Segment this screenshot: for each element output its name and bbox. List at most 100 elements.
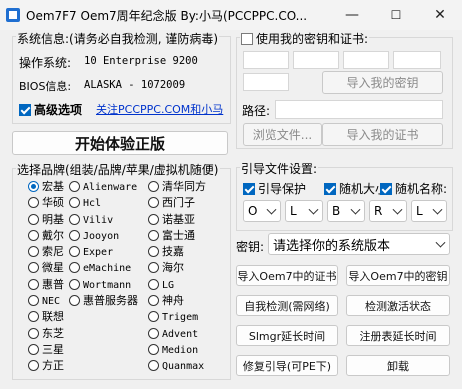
pccppc-link[interactable]: 关注PCCPPC.COM和小马: [96, 101, 223, 117]
start-button[interactable]: 开始体验正版: [12, 131, 228, 155]
repair-boot-button[interactable]: 修复引导(可PE下): [236, 355, 338, 376]
uninstall-button[interactable]: 卸载: [346, 355, 450, 376]
advanced-options-checkbox[interactable]: 高级选项: [19, 101, 82, 118]
close-button[interactable]: ✕: [418, 0, 462, 30]
brand-label: 宏基: [42, 180, 64, 193]
advanced-options-label: 高级选项: [34, 103, 83, 117]
brand-radio-item[interactable]: 技嘉: [148, 243, 206, 259]
chevron-down-icon: [432, 204, 443, 215]
brand-radio-item[interactable]: 明基: [28, 211, 64, 227]
maximize-button[interactable]: ☐: [374, 0, 418, 30]
brand-radio-item[interactable]: 惠普: [28, 276, 64, 292]
brand-radio-item[interactable]: 方正: [28, 357, 64, 373]
random-name-checkbox[interactable]: 随机名称:: [380, 180, 447, 197]
brand-radio-item[interactable]: 微星: [28, 259, 64, 275]
radio-icon: [69, 181, 80, 192]
boot-protect-checkbox[interactable]: 引导保护: [243, 180, 306, 197]
boot-drop-2[interactable]: L: [285, 200, 323, 222]
brand-radio-item[interactable]: 三星: [28, 341, 64, 357]
brand-radio-item[interactable]: eMachine: [69, 259, 138, 275]
import-oem7-cert-button[interactable]: 导入Oem7中的证书: [236, 265, 338, 286]
key-segment-2[interactable]: [293, 51, 339, 69]
self-check-button[interactable]: 自我检测(需网络): [236, 295, 338, 316]
brand-radio-item[interactable]: 华硕: [28, 194, 64, 210]
radio-icon: [28, 360, 39, 372]
radio-icon: [148, 213, 159, 225]
check-activation-button[interactable]: 检测激活状态: [346, 295, 450, 316]
brand-label: LG: [162, 279, 175, 291]
brand-radio-item[interactable]: Quanmax: [148, 357, 206, 373]
brand-radio-item[interactable]: 索尼: [28, 243, 64, 259]
brand-radio-item[interactable]: 宏基: [28, 178, 64, 194]
chevron-down-icon: [392, 204, 403, 215]
brand-radio-item[interactable]: Exper: [69, 243, 138, 259]
brand-label: 海尔: [162, 261, 184, 275]
chevron-down-icon: [435, 237, 446, 248]
boot-drop-4[interactable]: R: [369, 200, 407, 222]
boot-drop-5-value: L: [416, 204, 423, 218]
boot-drop-1[interactable]: O: [243, 200, 281, 222]
app-icon: [6, 8, 20, 22]
brand-radio-item[interactable]: LG: [148, 276, 206, 292]
radio-icon: [148, 197, 159, 209]
radio-icon: [28, 229, 39, 241]
brand-radio-item[interactable]: 联想: [28, 308, 64, 324]
brand-radio-item[interactable]: 神舟: [148, 292, 206, 308]
brand-radio-item[interactable]: Trigem: [148, 308, 206, 324]
boot-drop-3[interactable]: B: [327, 200, 365, 222]
brand-radio-item[interactable]: 清华同方: [148, 178, 206, 194]
key-segment-4[interactable]: [393, 51, 441, 69]
brand-radio-item[interactable]: Hcl: [69, 194, 138, 210]
import-my-key-button[interactable]: 导入我的密钥: [322, 71, 443, 94]
brand-label: 华硕: [42, 196, 64, 210]
brand-radio-item[interactable]: 惠普服务器: [69, 292, 138, 308]
system-info-header: 系统信息:(请务必自我检测, 谨防病毒): [16, 30, 220, 47]
key-segment-3[interactable]: [343, 51, 389, 69]
brand-radio-item[interactable]: 东芝: [28, 325, 64, 341]
chevron-down-icon: [350, 204, 361, 215]
boot-drop-3-value: B: [332, 204, 341, 218]
brand-radio-item[interactable]: 富士通: [148, 227, 206, 243]
random-size-checkbox[interactable]: 随机大小: [324, 180, 387, 197]
brand-radio-item[interactable]: 戴尔: [28, 227, 64, 243]
brand-radio-item[interactable]: 海尔: [148, 259, 206, 275]
import-my-cert-button[interactable]: 导入我的证书: [322, 123, 443, 146]
radio-icon: [148, 181, 159, 192]
path-input[interactable]: [275, 100, 443, 119]
brand-radio-item[interactable]: Medion: [148, 341, 206, 357]
brand-label: 方正: [42, 359, 64, 373]
browse-button[interactable]: 浏览文件...: [243, 123, 322, 146]
registry-extend-button[interactable]: 注册表延长时间: [346, 325, 450, 346]
radio-icon: [69, 197, 80, 209]
brand-radio-item[interactable]: Advent: [148, 325, 206, 341]
minimize-button[interactable]: —: [330, 0, 374, 30]
brand-label: 技嘉: [162, 245, 184, 259]
use-own-cert-checkbox[interactable]: 使用我的密钥和证书:: [240, 30, 370, 47]
brand-label: NEC: [42, 296, 61, 308]
brand-radio-item[interactable]: NEC: [28, 292, 64, 308]
brand-radio-item[interactable]: Wortmann: [69, 276, 138, 292]
brand-label: 微星: [42, 261, 64, 275]
radio-icon: [69, 262, 80, 274]
radio-icon: [148, 360, 159, 372]
brand-label: Viliv: [83, 214, 114, 226]
brand-radio-item[interactable]: Viliv: [69, 211, 138, 227]
radio-icon: [148, 311, 159, 323]
bios-value: ALASKA - 1072009: [84, 79, 186, 91]
radio-icon: [69, 278, 80, 290]
slmgr-extend-button[interactable]: Slmgr延长时间: [236, 325, 338, 346]
version-select[interactable]: 请选择你的系统版本: [268, 233, 450, 255]
radio-icon: [148, 246, 159, 258]
brand-label: Alienware: [83, 182, 138, 193]
boot-drop-5[interactable]: L: [411, 200, 447, 222]
brand-radio-item[interactable]: Jooyon: [69, 227, 138, 243]
import-oem7-key-button[interactable]: 导入Oem7中的密钥: [346, 265, 450, 286]
checkbox-checked-icon: [380, 183, 392, 195]
key-segment-5[interactable]: [243, 73, 289, 91]
radio-icon: [28, 181, 39, 192]
key-segment-1[interactable]: [243, 51, 289, 69]
brand-radio-item[interactable]: 西门子: [148, 194, 206, 210]
brand-radio-item[interactable]: Alienware: [69, 178, 138, 194]
brand-radio-item[interactable]: 诺基亚: [148, 211, 206, 227]
radio-icon: [28, 278, 39, 290]
